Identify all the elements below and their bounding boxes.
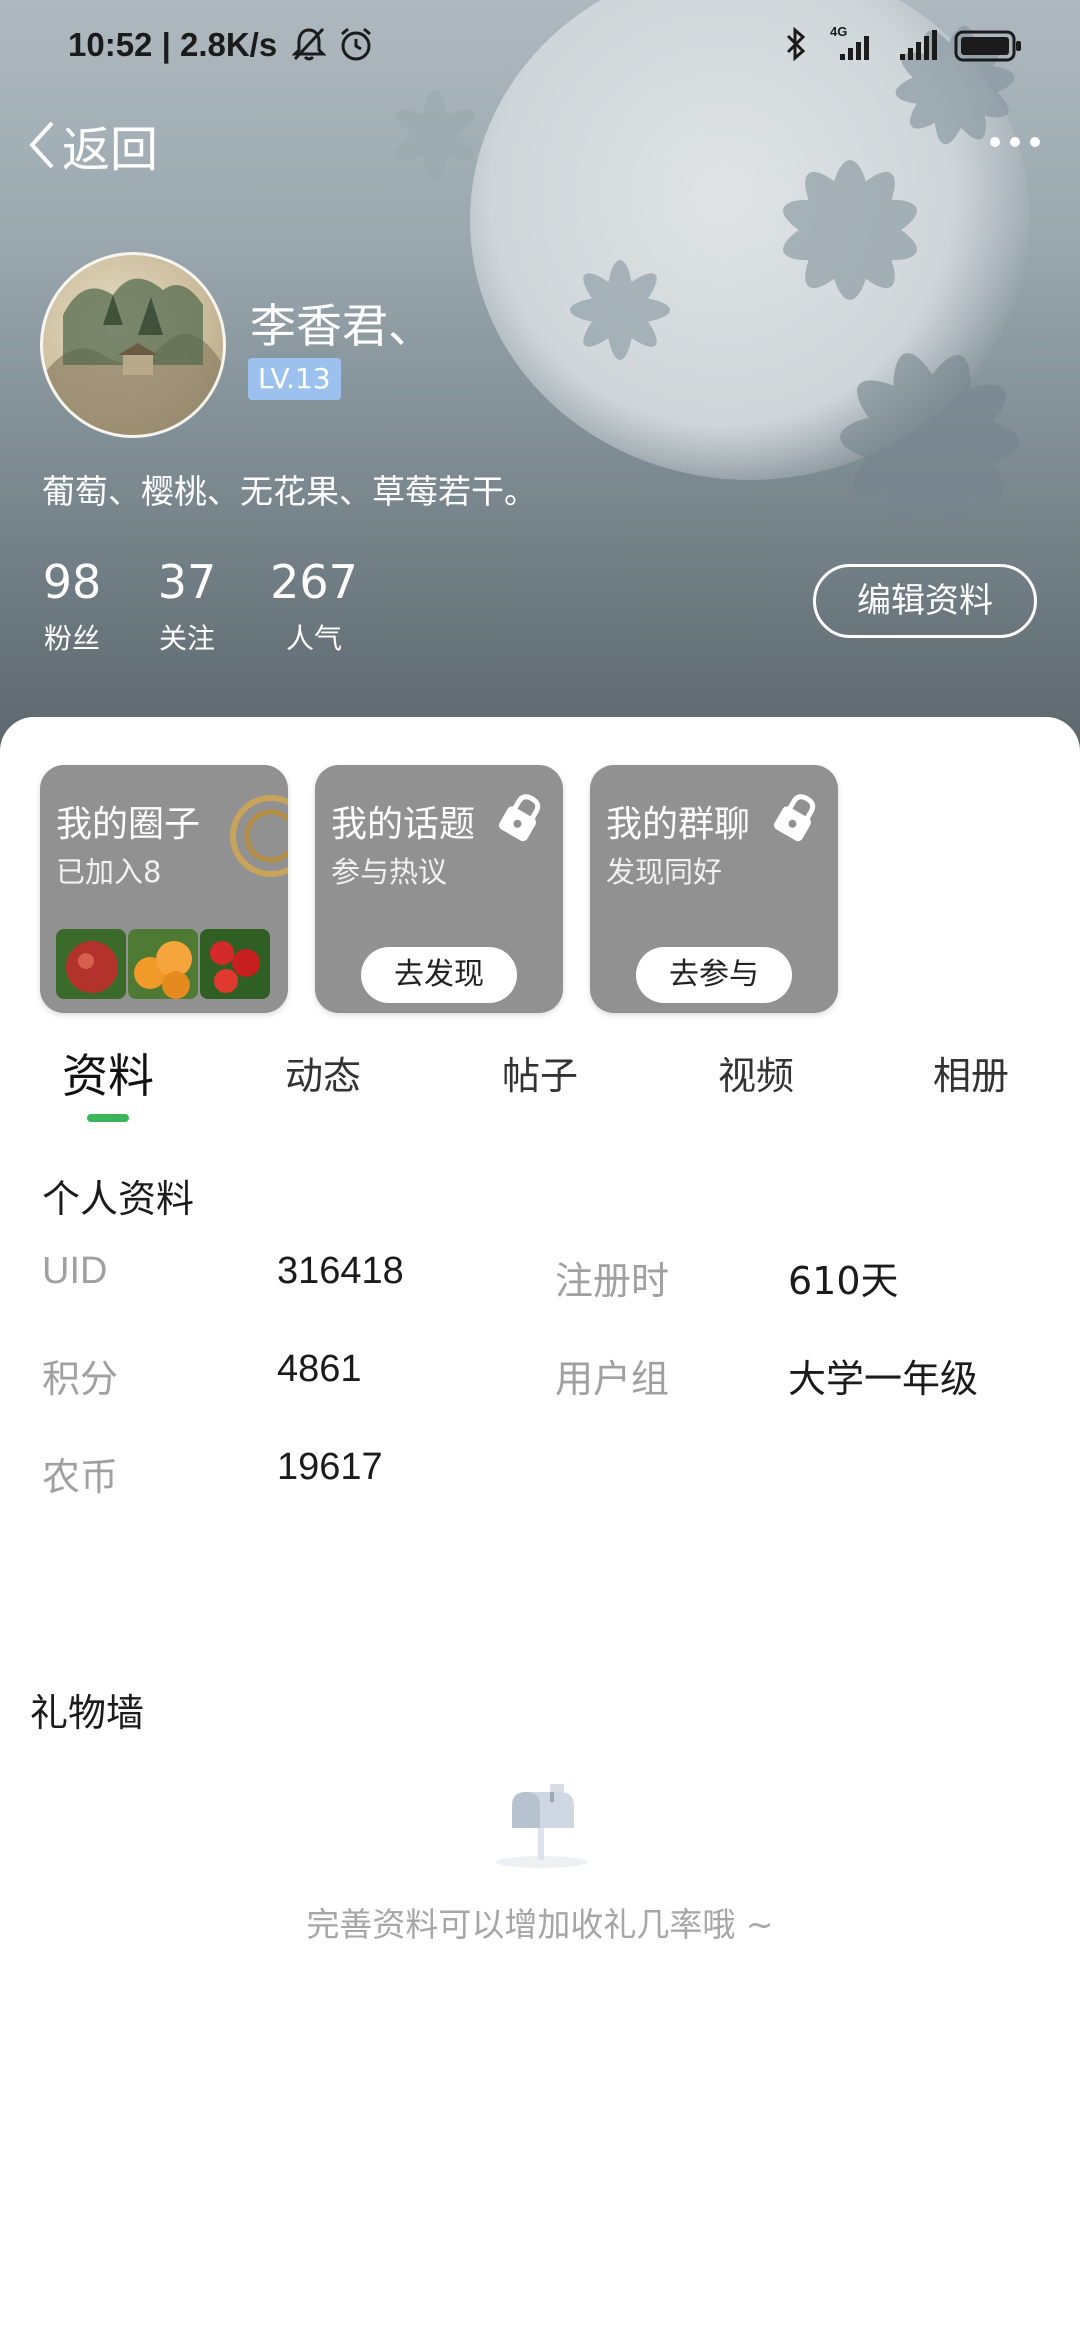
back-button[interactable]: 返回 — [26, 110, 158, 180]
bio: 葡萄、樱桃、无花果、草莓若干。 — [42, 472, 537, 511]
stat-fans-label: 粉丝 — [43, 622, 100, 655]
card-my-topics-subtitle: 参与热议 — [331, 855, 448, 889]
battery-icon — [954, 30, 1021, 62]
signal-4g-icon: 4G — [830, 24, 869, 60]
bluetooth-icon — [786, 26, 806, 62]
info-label-coins: 农币 — [42, 1455, 119, 1499]
avatar-landscape-painting — [43, 278, 223, 435]
info-value-coins: 19617 — [277, 1446, 383, 1488]
discover-button[interactable]: 去发现 — [361, 947, 517, 1003]
username: 李香君、 — [250, 299, 434, 353]
card-my-circles-title: 我的圈子 — [56, 804, 201, 845]
stat-following-value: 37 — [157, 555, 217, 609]
info-value-points: 4861 — [277, 1348, 362, 1390]
card-my-groups[interactable]: 我的群聊 发现同好 去参与 — [590, 765, 838, 1013]
card-my-topics-title: 我的话题 — [331, 804, 476, 845]
card-my-groups-title: 我的群聊 — [606, 804, 751, 845]
tab-activity[interactable]: 动态 — [285, 1045, 361, 1100]
ring-icon — [230, 795, 288, 877]
edit-profile-button[interactable]: 编辑资料 — [813, 564, 1037, 638]
info-value-uid: 316418 — [277, 1250, 404, 1292]
gift-wall-empty-text: 完善资料可以增加收礼几率哦 ~ — [306, 1905, 774, 1944]
info-label-usergroup: 用户组 — [555, 1357, 670, 1401]
stat-fans[interactable]: 98 粉丝 — [38, 555, 106, 657]
more-icon — [990, 137, 1040, 147]
signal-icon — [900, 30, 937, 60]
info-label-registered: 注册时 — [555, 1259, 670, 1303]
fruit-thumbnail-loquat — [128, 929, 198, 999]
stat-following[interactable]: 37 关注 — [152, 555, 222, 657]
lock-icon — [498, 794, 541, 842]
chevron-left-icon — [29, 121, 54, 169]
fruit-thumbnail-fig — [56, 929, 126, 999]
flower-decoration-icon — [783, 160, 917, 300]
back-label: 返回 — [62, 122, 159, 178]
info-value-registered: 610天 — [788, 1259, 899, 1303]
info-value-usergroup: 大学一年级 — [788, 1357, 979, 1401]
lock-icon — [773, 794, 816, 842]
more-button[interactable] — [985, 120, 1045, 164]
info-label-uid: UID — [42, 1250, 108, 1292]
stat-popularity-label: 人气 — [285, 622, 342, 655]
status-bar: 10:52 | 2.8K/s 4G — [0, 0, 1080, 94]
bell-muted-icon — [292, 27, 326, 61]
tab-albums[interactable]: 相册 — [933, 1045, 1009, 1100]
stat-popularity[interactable]: 267 人气 — [268, 555, 360, 657]
network-label: 4G — [830, 24, 847, 39]
info-label-points: 积分 — [42, 1357, 119, 1401]
mailbox-icon — [496, 1784, 588, 1868]
card-my-groups-subtitle: 发现同好 — [606, 855, 723, 889]
fruit-thumbnail-strawberry — [200, 929, 270, 999]
participate-button[interactable]: 去参与 — [636, 947, 792, 1003]
avatar[interactable] — [40, 252, 226, 438]
gift-wall-title: 礼物墙 — [30, 1691, 145, 1735]
flower-decoration-icon — [395, 90, 475, 180]
alarm-icon — [341, 27, 371, 61]
stat-fans-value: 98 — [42, 555, 102, 609]
tab-indicator — [87, 1114, 129, 1122]
tab-posts[interactable]: 帖子 — [502, 1045, 578, 1100]
card-my-circles-subtitle: 已加入8 — [56, 855, 162, 889]
tab-profile[interactable]: 资料 — [62, 1040, 154, 1106]
card-my-circles[interactable]: 我的圈子 已加入8 — [40, 765, 288, 1013]
level-badge: LV.13 — [248, 358, 341, 400]
tab-videos[interactable]: 视频 — [718, 1045, 794, 1100]
flower-decoration-icon — [840, 353, 1020, 527]
status-time: 10:52 | 2.8K/s — [68, 26, 278, 63]
card-my-topics[interactable]: 我的话题 参与热议 去发现 — [315, 765, 563, 1013]
flower-decoration-icon — [570, 260, 670, 360]
personal-info-title: 个人资料 — [42, 1177, 195, 1221]
stat-popularity-value: 267 — [270, 555, 358, 609]
stat-following-label: 关注 — [158, 622, 215, 655]
